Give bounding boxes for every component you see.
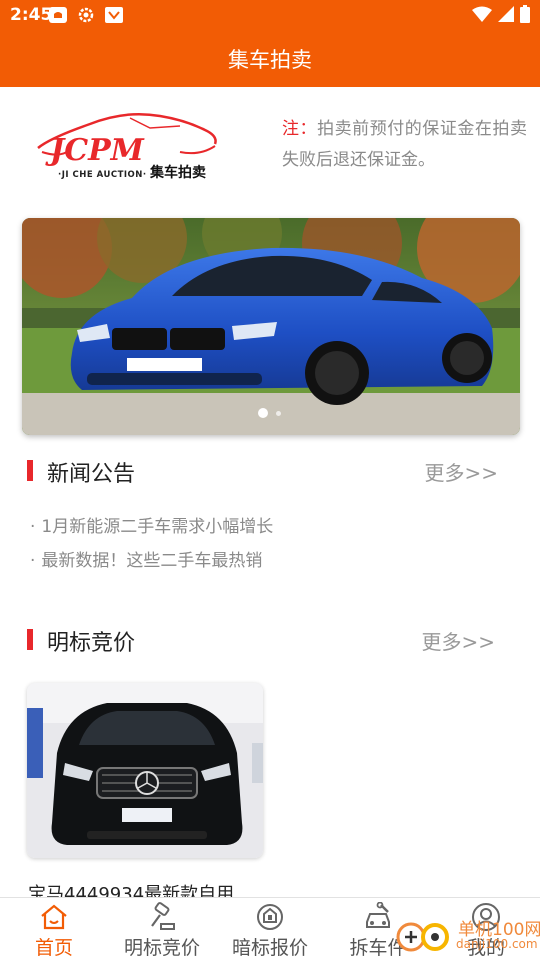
banner-car-image xyxy=(22,218,520,435)
logo-chinese-name: 集车拍卖 xyxy=(150,165,206,181)
status-time: 2:45 xyxy=(10,5,53,25)
notice-label: 注： xyxy=(282,119,318,139)
watermark-url: danji100.com xyxy=(456,937,538,951)
signal-icon xyxy=(498,6,514,26)
carousel-dot[interactable] xyxy=(276,410,281,416)
watermark: 单机100网 danji100.com xyxy=(395,912,540,960)
logo-subtitle: ·JI CHE AUCTION· xyxy=(58,170,147,180)
tab-home[interactable]: 首页 xyxy=(0,898,108,960)
auction-section-title: 明标竞价 xyxy=(47,631,136,656)
wifi-icon xyxy=(472,6,492,26)
settings-icon xyxy=(76,6,96,24)
app-notification-icon xyxy=(48,6,68,24)
logo-wordmark: JCPM xyxy=(45,133,145,168)
notice-text: 拍卖前预付的保证金在拍卖失败后退还保证金。 xyxy=(282,119,528,170)
news-more-link[interactable]: 更多>> xyxy=(424,457,498,486)
app-badge-icon xyxy=(104,6,124,24)
carousel-indicator xyxy=(258,408,281,418)
banner-carousel[interactable] xyxy=(22,218,520,435)
car-parts-icon xyxy=(363,901,393,932)
app-header: 2:45 集车拍卖 xyxy=(0,0,540,87)
news-item-text: 1月新能源二手车需求小幅增长 xyxy=(41,517,274,537)
sealed-bid-icon xyxy=(255,902,285,932)
section-accent-bar xyxy=(27,460,33,481)
auction-section-header: 明标竞价 更多>> xyxy=(27,626,512,656)
battery-icon xyxy=(520,5,530,27)
watermark-logo-icon xyxy=(396,922,449,952)
news-section-header: 新闻公告 更多>> xyxy=(27,457,512,487)
auction-card-image[interactable] xyxy=(27,683,263,858)
home-icon xyxy=(39,902,69,932)
gavel-icon xyxy=(147,902,177,932)
section-accent-bar xyxy=(27,629,33,650)
deposit-notice: 注：拍卖前预付的保证金在拍卖失败后退还保证金。 xyxy=(282,114,527,176)
carousel-dot-active[interactable] xyxy=(258,408,268,418)
tab-label: 首页 xyxy=(34,937,73,959)
tab-open-bidding[interactable]: 明标竞价 xyxy=(108,898,216,960)
news-item[interactable]: · 最新数据！这些二手车最热销 xyxy=(30,549,510,583)
auction-more-link[interactable]: 更多>> xyxy=(421,626,495,655)
news-item-text: 最新数据！这些二手车最热销 xyxy=(41,551,263,571)
tab-label: 明标竞价 xyxy=(123,937,200,959)
news-list: · 1月新能源二手车需求小幅增长 · 最新数据！这些二手车最热销 xyxy=(30,515,510,583)
status-bar: 2:45 xyxy=(0,0,540,30)
tab-sealed-bidding[interactable]: 暗标报价 xyxy=(216,898,324,960)
page-title: 集车拍卖 xyxy=(228,48,312,72)
brand-logo: JCPM ·JI CHE AUCTION· 集车拍卖 xyxy=(30,108,225,188)
news-item[interactable]: · 1月新能源二手车需求小幅增长 xyxy=(30,515,510,549)
tab-label: 暗标报价 xyxy=(231,937,308,959)
news-section-title: 新闻公告 xyxy=(47,462,136,487)
